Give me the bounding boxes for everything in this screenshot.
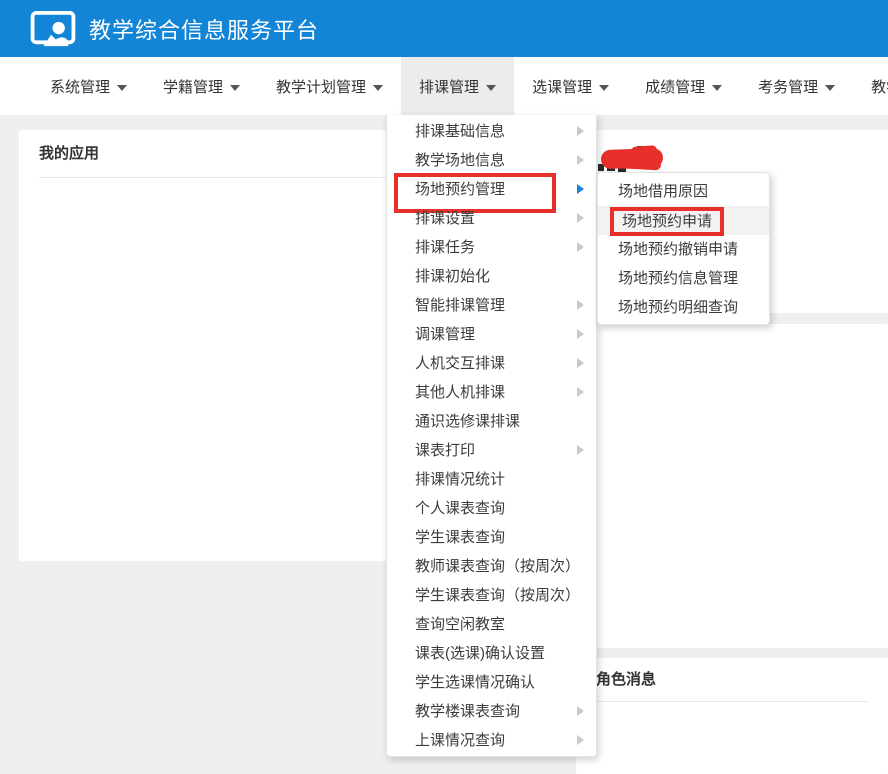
menu-item[interactable]: 课表打印 [387, 436, 596, 465]
submenu-item-label: 场地预约申请 [610, 207, 724, 236]
menu-item-label: 课表打印 [415, 442, 475, 459]
menu-item-label: 学生选课情况确认 [415, 674, 535, 691]
menu-item-label: 课表(选课)确认设置 [415, 645, 545, 662]
menu-item[interactable]: 调课管理 [387, 320, 596, 349]
venue-reservation-submenu: 场地借用原因 场地预约申请 场地预约撤销申请 场地预约信息管理 场地预约明细查询 [597, 172, 770, 325]
menu-item-label: 场地预约管理 [415, 181, 505, 198]
main-nav: 系统管理 学籍管理 教学计划管理 排课管理 选课管理 成绩管理 考务管理 教学评… [0, 57, 888, 115]
submenu-arrow-icon [577, 735, 584, 745]
role-messages-title: 角色消息 [576, 658, 888, 702]
nav-item-label: 考务管理 [758, 76, 818, 97]
nav-item-label: 选课管理 [532, 76, 592, 97]
menu-item[interactable]: 课表(选课)确认设置 [387, 639, 596, 668]
app-header: 教学综合信息服务平台 [0, 0, 888, 57]
menu-item[interactable]: 教学场地信息 [387, 146, 596, 175]
menu-item[interactable]: 人机交互排课 [387, 349, 596, 378]
menu-item-label: 查询空闲教室 [415, 616, 505, 633]
submenu-arrow-icon [577, 155, 584, 165]
caret-down-icon [825, 85, 835, 91]
submenu-arrow-icon [577, 706, 584, 716]
menu-item[interactable]: 排课初始化 [387, 262, 596, 291]
submenu-arrow-icon [577, 213, 584, 223]
right-middle-panel [576, 324, 888, 648]
nav-item[interactable]: 考务管理 [740, 57, 853, 115]
submenu-item[interactable]: 场地预约明细查询 [598, 293, 769, 322]
nav-item-label: 教学计划管理 [276, 76, 366, 97]
menu-item[interactable]: 学生课表查询 [387, 523, 596, 552]
menu-item-label: 智能排课管理 [415, 297, 505, 314]
menu-item[interactable]: 教师课表查询（按周次） [387, 552, 596, 581]
role-messages-panel: 角色消息 [576, 658, 888, 774]
menu-item[interactable]: 上课情况查询 [387, 726, 596, 755]
submenu-item[interactable]: 场地预约撤销申请 [598, 235, 769, 264]
submenu-arrow-icon [577, 445, 584, 455]
menu-item[interactable]: 场地预约管理 [387, 175, 596, 204]
nav-item-label: 教学评教管理 [871, 76, 888, 97]
menu-item-label: 个人课表查询 [415, 500, 505, 517]
nav-item[interactable]: 教学评教管理 [853, 57, 888, 115]
submenu-arrow-icon [577, 184, 584, 194]
menu-item[interactable]: 通识选修课排课 [387, 407, 596, 436]
submenu-arrow-icon [577, 387, 584, 397]
menu-item[interactable]: 学生课表查询（按周次） [387, 581, 596, 610]
menu-item-label: 教学场地信息 [415, 152, 505, 169]
submenu-arrow-icon [577, 242, 584, 252]
submenu-arrow-icon [577, 300, 584, 310]
menu-item[interactable]: 个人课表查询 [387, 494, 596, 523]
menu-item-label: 排课情况统计 [415, 471, 505, 488]
nav-item-label: 系统管理 [50, 76, 110, 97]
nav-item[interactable]: 排课管理 [401, 57, 514, 115]
menu-item-label: 排课基础信息 [415, 123, 505, 140]
nav-item-label: 学籍管理 [163, 76, 223, 97]
caret-down-icon [373, 85, 383, 91]
caret-down-icon [599, 85, 609, 91]
submenu-item-label: 场地预约撤销申请 [618, 241, 738, 258]
nav-item[interactable]: 系统管理 [32, 57, 145, 115]
menu-item[interactable]: 排课情况统计 [387, 465, 596, 494]
menu-item[interactable]: 智能排课管理 [387, 291, 596, 320]
submenu-arrow-icon [577, 329, 584, 339]
scheduling-dropdown-menu: 排课基础信息 教学场地信息 场地预约管理 排课设置 排课任务 排课初始化 智能排… [386, 115, 597, 757]
nav-item-label: 成绩管理 [645, 76, 705, 97]
menu-item-label: 教学楼课表查询 [415, 703, 520, 720]
menu-item-label: 其他人机排课 [415, 384, 505, 401]
page-title: 教学综合信息服务平台 [89, 13, 319, 45]
menu-item-label: 排课初始化 [415, 268, 490, 285]
menu-item-label: 通识选修课排课 [415, 413, 520, 430]
submenu-item[interactable]: 场地预约申请 [598, 206, 769, 235]
menu-item-label: 排课任务 [415, 239, 475, 256]
menu-item-label: 上课情况查询 [415, 732, 505, 749]
menu-item[interactable]: 排课任务 [387, 233, 596, 262]
redaction-scribble [597, 144, 677, 174]
nav-item[interactable]: 教学计划管理 [258, 57, 401, 115]
nav-item-label: 排课管理 [419, 76, 479, 97]
menu-item[interactable]: 排课设置 [387, 204, 596, 233]
submenu-arrow-icon [577, 358, 584, 368]
submenu-arrow-icon [577, 126, 584, 136]
menu-item[interactable]: 其他人机排课 [387, 378, 596, 407]
menu-item[interactable]: 学生选课情况确认 [387, 668, 596, 697]
menu-item[interactable]: 查询空闲教室 [387, 610, 596, 639]
menu-item-label: 学生课表查询 [415, 529, 505, 546]
menu-item[interactable]: 教学楼课表查询 [387, 697, 596, 726]
submenu-item[interactable]: 场地预约信息管理 [598, 264, 769, 293]
caret-down-icon [117, 85, 127, 91]
screen-user-icon [30, 10, 76, 48]
caret-down-icon [486, 85, 496, 91]
menu-item-label: 调课管理 [415, 326, 475, 343]
submenu-item-label: 场地预约明细查询 [618, 299, 738, 316]
menu-item[interactable]: 排课基础信息 [387, 117, 596, 146]
caret-down-icon [230, 85, 240, 91]
submenu-item-label: 场地预约信息管理 [618, 270, 738, 287]
menu-item-label: 教师课表查询（按周次） [415, 558, 580, 575]
submenu-item[interactable]: 场地借用原因 [598, 177, 769, 206]
nav-item[interactable]: 学籍管理 [145, 57, 258, 115]
nav-item[interactable]: 选课管理 [514, 57, 627, 115]
menu-item-label: 人机交互排课 [415, 355, 505, 372]
nav-item[interactable]: 成绩管理 [627, 57, 740, 115]
menu-item-label: 学生课表查询（按周次） [415, 587, 580, 604]
submenu-item-label: 场地借用原因 [618, 183, 708, 200]
caret-down-icon [712, 85, 722, 91]
menu-item-label: 排课设置 [415, 210, 475, 227]
